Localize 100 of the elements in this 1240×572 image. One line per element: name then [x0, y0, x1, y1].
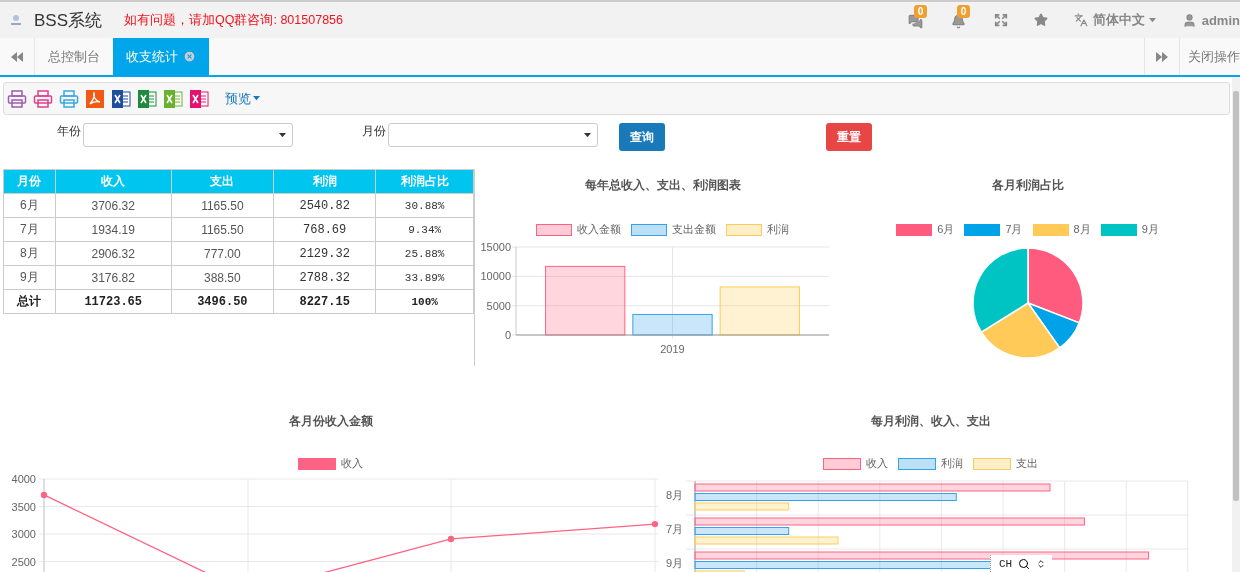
- search-icon: [1018, 557, 1031, 570]
- axis-label: 15000: [479, 241, 511, 253]
- printer-icon[interactable]: [7, 88, 27, 109]
- axis-label: 4000: [11, 473, 36, 485]
- table-cell: 33.89%: [375, 265, 474, 290]
- chart-title: 每月利润、收入、支出: [870, 413, 991, 430]
- spreadsheet-file-icon[interactable]: [137, 88, 157, 109]
- axis-label: 0: [504, 329, 511, 341]
- tab[interactable]: 收支统计: [113, 38, 209, 75]
- table-cell: 9月: [3, 265, 56, 290]
- pdf-file-icon[interactable]: [85, 88, 105, 109]
- column-header: 月份: [3, 169, 56, 194]
- select-field[interactable]: [388, 123, 598, 147]
- table-cell: 100%: [375, 289, 474, 314]
- data-point: [651, 520, 658, 528]
- table-cell: 7月: [3, 217, 56, 242]
- column-header: 支出: [171, 169, 274, 194]
- close-menu[interactable]: 关闭操作: [1180, 38, 1240, 75]
- tab[interactable]: 总控制台: [35, 38, 113, 75]
- axis-label: 7月: [665, 523, 683, 535]
- printer-icon[interactable]: [33, 88, 53, 109]
- axis-label: 8月: [665, 489, 683, 501]
- caret-icon: [253, 96, 260, 101]
- table-cell: 2540.82: [273, 193, 376, 218]
- data-point: [447, 535, 455, 543]
- table-cell: 9.34%: [375, 217, 474, 242]
- table-cell: 3706.32: [55, 193, 172, 218]
- axis-label: 10000: [479, 270, 511, 283]
- spreadsheet-file-icon[interactable]: [189, 88, 209, 109]
- table-cell: 2788.32: [273, 265, 376, 290]
- table-cell: 30.88%: [375, 193, 474, 218]
- chart-title: 各月利润占比: [991, 177, 1064, 194]
- table-cell: 8月: [3, 241, 56, 266]
- legend-item: 收入: [823, 456, 888, 471]
- table-cell: 25.88%: [375, 241, 474, 266]
- axis-label: 2500: [11, 555, 36, 568]
- table-cell: 11723.65: [55, 289, 172, 314]
- table-cell: 1165.50: [171, 217, 274, 242]
- user-menu[interactable]: admin: [1181, 12, 1240, 28]
- star-icon[interactable]: [1033, 13, 1048, 27]
- table-cell: 3176.82: [55, 265, 172, 290]
- scroll-right-icon[interactable]: [1156, 51, 1168, 62]
- legend-item: 收入: [298, 456, 363, 471]
- notifications-button[interactable]: 0: [950, 5, 974, 29]
- axis-label: 2019: [659, 343, 685, 355]
- column-header: 利润: [273, 169, 376, 194]
- legend-item: 7月: [964, 222, 1023, 237]
- axis-label: 9月: [665, 557, 683, 569]
- app-title: BSS系统: [34, 9, 103, 32]
- caret-icon: [584, 132, 591, 138]
- table-cell: 2906.32: [55, 241, 172, 266]
- user-icon: [1181, 12, 1197, 28]
- table-cell: 1934.19: [55, 217, 172, 242]
- table-cell: 2129.32: [273, 241, 376, 266]
- language-icon: [1073, 13, 1088, 27]
- chart-title: 各月份收入金额: [288, 413, 373, 430]
- printer-icon[interactable]: [59, 88, 79, 109]
- caret-icon: [279, 132, 286, 138]
- data-point: [40, 491, 48, 499]
- caret-icon: [1148, 17, 1156, 23]
- axis-label: 3500: [11, 500, 36, 513]
- axis-label: 5000: [486, 299, 511, 312]
- table-cell: 388.50: [171, 265, 274, 290]
- column-header: 收入: [55, 169, 172, 194]
- table-cell: 8227.15: [273, 289, 376, 314]
- legend-item: 支出金额: [631, 222, 716, 237]
- messages-button[interactable]: 0: [907, 5, 931, 29]
- legend-item: 6月: [896, 222, 955, 237]
- notice-text: 如有问题，请加QQ群咨询: 801507856: [124, 11, 343, 29]
- legend-item: 利润: [726, 222, 789, 237]
- legend-item: 利润: [898, 456, 963, 471]
- field-label: 月份: [362, 123, 386, 140]
- legend-item: 收入金额: [536, 222, 621, 237]
- legend-item: 8月: [1032, 222, 1091, 237]
- language-menu[interactable]: 简体中文: [1073, 11, 1156, 29]
- scroll-left-icon[interactable]: [11, 51, 23, 62]
- logo-icon: [10, 13, 22, 27]
- table-cell: 3496.50: [171, 289, 274, 314]
- column-header: 利润占比: [375, 169, 474, 194]
- table-cell: 6月: [3, 193, 56, 218]
- preview-button[interactable]: 预览: [225, 89, 260, 108]
- reset-button[interactable]: 重置: [826, 123, 872, 151]
- table-cell: 1165.50: [171, 193, 274, 218]
- spreadsheet-file-icon[interactable]: [163, 88, 183, 109]
- input-language-label: CH: [999, 557, 1013, 570]
- legend-item: 9月: [1100, 222, 1159, 237]
- close-icon[interactable]: [183, 50, 196, 63]
- up-down-icon: [1036, 558, 1047, 569]
- select-field[interactable]: [83, 123, 293, 147]
- table-cell: 总计: [3, 289, 56, 314]
- query-button[interactable]: 查询: [619, 123, 665, 151]
- table-cell: 777.00: [171, 241, 274, 266]
- notification-count-badge: 0: [956, 5, 971, 18]
- table-cell: 768.69: [273, 217, 376, 242]
- field-label: 年份: [57, 123, 81, 140]
- chart-title: 每年总收入、支出、利润图表: [584, 177, 741, 194]
- message-count-badge: 0: [913, 5, 928, 18]
- legend-item: 支出: [973, 456, 1038, 471]
- fullscreen-icon[interactable]: [993, 13, 1008, 27]
- axis-label: 3000: [11, 528, 36, 540]
